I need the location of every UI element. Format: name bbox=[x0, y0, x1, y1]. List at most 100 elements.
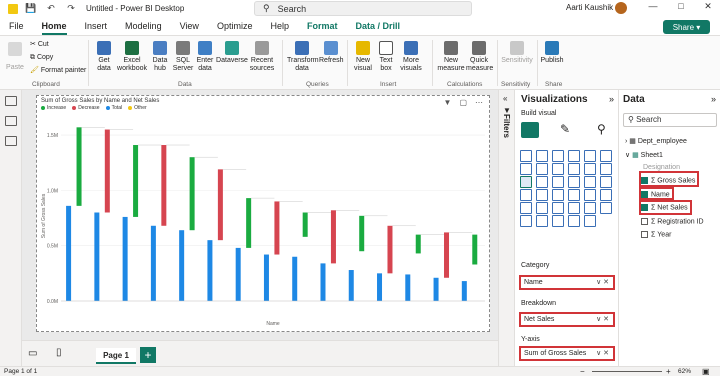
visual-type-icon[interactable] bbox=[552, 189, 564, 201]
search-box[interactable]: ⚲ Search bbox=[254, 1, 472, 16]
undo-icon[interactable]: ↶ bbox=[44, 2, 58, 16]
format-painter-button[interactable]: 🖌 Format painter bbox=[30, 67, 86, 75]
visual-type-icon[interactable] bbox=[520, 176, 532, 188]
collapse-viz-icon[interactable]: » bbox=[609, 94, 614, 104]
cut-button[interactable]: ✂ Cut bbox=[30, 41, 49, 49]
visual-type-icon[interactable] bbox=[552, 215, 564, 227]
tab-optimize[interactable]: Optimize bbox=[208, 17, 262, 35]
visual-type-icon[interactable] bbox=[584, 202, 596, 214]
table-view-icon[interactable] bbox=[5, 116, 17, 126]
more-visuals-button[interactable]: More visuals bbox=[398, 41, 424, 73]
visual-type-icon[interactable] bbox=[520, 202, 532, 214]
visual-type-icon[interactable] bbox=[536, 189, 548, 201]
page-tab-1[interactable]: Page 1 bbox=[96, 348, 136, 364]
recent-sources-button[interactable]: Recent sources bbox=[248, 41, 276, 73]
visual-type-icon[interactable] bbox=[584, 215, 596, 227]
mobile-layout-icon[interactable]: ▯ bbox=[56, 347, 62, 358]
data-search-input[interactable]: ⚲ Search bbox=[623, 113, 717, 127]
paste-button[interactable]: Paste bbox=[4, 42, 26, 72]
visual-type-icon[interactable] bbox=[568, 163, 580, 175]
filters-pane-collapsed[interactable]: « ▼ Filters bbox=[498, 90, 514, 366]
user-name[interactable]: Aarti Kaushik bbox=[566, 3, 613, 12]
collapse-data-icon[interactable]: » bbox=[711, 94, 716, 104]
get-data-button[interactable]: Get data bbox=[93, 41, 115, 73]
visual-type-icon[interactable] bbox=[568, 176, 580, 188]
field-designation[interactable]: Designation bbox=[643, 164, 680, 171]
build-visual-icon[interactable] bbox=[521, 122, 539, 138]
field-year[interactable]: Σ Year bbox=[641, 231, 671, 238]
checkbox[interactable] bbox=[641, 218, 648, 225]
tab-view[interactable]: View bbox=[171, 17, 208, 35]
data-hub-button[interactable]: Data hub bbox=[150, 41, 170, 73]
tab-modeling[interactable]: Modeling bbox=[116, 17, 171, 35]
enter-data-button[interactable]: Enter data bbox=[195, 41, 215, 73]
visual-type-icon[interactable] bbox=[568, 189, 580, 201]
remove-field-icon[interactable]: ∨ ✕ bbox=[596, 314, 609, 325]
visual-type-icon[interactable] bbox=[568, 150, 580, 162]
field-registration-id[interactable]: Σ Registration ID bbox=[641, 218, 704, 225]
tab-help[interactable]: Help bbox=[261, 17, 298, 35]
remove-field-icon[interactable]: ∨ ✕ bbox=[596, 348, 609, 359]
visual-type-icon[interactable] bbox=[520, 163, 532, 175]
analytics-icon[interactable]: ⚲ bbox=[597, 122, 613, 138]
visual-type-icon[interactable] bbox=[568, 215, 580, 227]
breakdown-well[interactable]: Net Sales ∨ ✕ bbox=[519, 312, 615, 327]
visual-type-icon[interactable] bbox=[552, 176, 564, 188]
visual-type-icon[interactable] bbox=[584, 150, 596, 162]
fit-page-icon[interactable]: ▣ bbox=[702, 367, 710, 376]
redo-icon[interactable]: ↷ bbox=[64, 2, 78, 16]
publish-button[interactable]: Publish bbox=[540, 41, 564, 65]
desktop-layout-icon[interactable]: ▭ bbox=[28, 348, 37, 359]
visual-type-icon[interactable] bbox=[600, 163, 612, 175]
visual-type-icon[interactable] bbox=[520, 150, 532, 162]
sensitivity-button[interactable]: Sensitivity bbox=[500, 41, 534, 65]
close-icon[interactable]: ✕ bbox=[700, 1, 716, 15]
tab-file[interactable]: File bbox=[0, 17, 33, 35]
tab-data-drill[interactable]: Data / Drill bbox=[346, 17, 409, 35]
visual-type-icon[interactable] bbox=[552, 202, 564, 214]
model-view-icon[interactable] bbox=[5, 136, 17, 146]
visual-type-icon[interactable] bbox=[568, 202, 580, 214]
tab-home[interactable]: Home bbox=[33, 17, 76, 35]
visual-type-icon[interactable] bbox=[536, 202, 548, 214]
yaxis-well[interactable]: Sum of Gross Sales ∨ ✕ bbox=[519, 346, 615, 361]
excel-workbook-button[interactable]: Excel workbook bbox=[117, 41, 147, 73]
visual-type-icon[interactable] bbox=[552, 150, 564, 162]
visual-type-icon[interactable] bbox=[600, 176, 612, 188]
visual-type-icon[interactable] bbox=[600, 202, 612, 214]
remove-field-icon[interactable]: ∨ ✕ bbox=[596, 277, 609, 288]
avatar[interactable] bbox=[615, 2, 627, 14]
zoom-in-icon[interactable]: + bbox=[666, 367, 671, 376]
checkbox[interactable] bbox=[641, 231, 648, 238]
visual-type-icon[interactable] bbox=[536, 176, 548, 188]
table-sheet1[interactable]: ∨ ▦ Sheet1 bbox=[625, 151, 663, 159]
minimize-icon[interactable]: — bbox=[645, 1, 661, 15]
zoom-slider[interactable] bbox=[592, 371, 662, 372]
visual-type-icon[interactable] bbox=[536, 163, 548, 175]
refresh-button[interactable]: Refresh bbox=[319, 41, 344, 65]
visual-type-icon[interactable] bbox=[600, 189, 612, 201]
visual-type-icon[interactable] bbox=[520, 189, 532, 201]
add-page-button[interactable]: + bbox=[140, 347, 156, 363]
visual-type-icon[interactable] bbox=[552, 163, 564, 175]
maximize-icon[interactable]: □ bbox=[673, 1, 689, 15]
tab-format[interactable]: Format bbox=[298, 17, 347, 35]
visual-type-icon[interactable] bbox=[584, 189, 596, 201]
format-visual-icon[interactable]: ✎ bbox=[560, 122, 576, 138]
share-button[interactable]: Share ▾ bbox=[663, 20, 710, 34]
new-visual-button[interactable]: New visual bbox=[352, 41, 374, 73]
dataverse-button[interactable]: Dataverse bbox=[216, 41, 248, 65]
text-box-button[interactable]: Text box bbox=[377, 41, 395, 73]
sql-server-button[interactable]: SQL Server bbox=[172, 41, 194, 73]
visual-type-icon[interactable] bbox=[536, 150, 548, 162]
visual-type-icon[interactable] bbox=[584, 176, 596, 188]
report-view-icon[interactable] bbox=[5, 96, 17, 106]
transform-data-button[interactable]: Transform data bbox=[287, 41, 319, 73]
filters-chevron-icon[interactable]: « bbox=[503, 94, 507, 103]
table-dept-employee[interactable]: › ▦ Dept_employee bbox=[625, 137, 687, 145]
new-measure-button[interactable]: New measure bbox=[437, 41, 465, 73]
waterfall-visual[interactable]: Sum of Gross Sales by Name and Net Sales… bbox=[36, 95, 490, 332]
visual-type-icon[interactable] bbox=[536, 215, 548, 227]
tab-insert[interactable]: Insert bbox=[76, 17, 117, 35]
visual-type-icon[interactable] bbox=[584, 163, 596, 175]
